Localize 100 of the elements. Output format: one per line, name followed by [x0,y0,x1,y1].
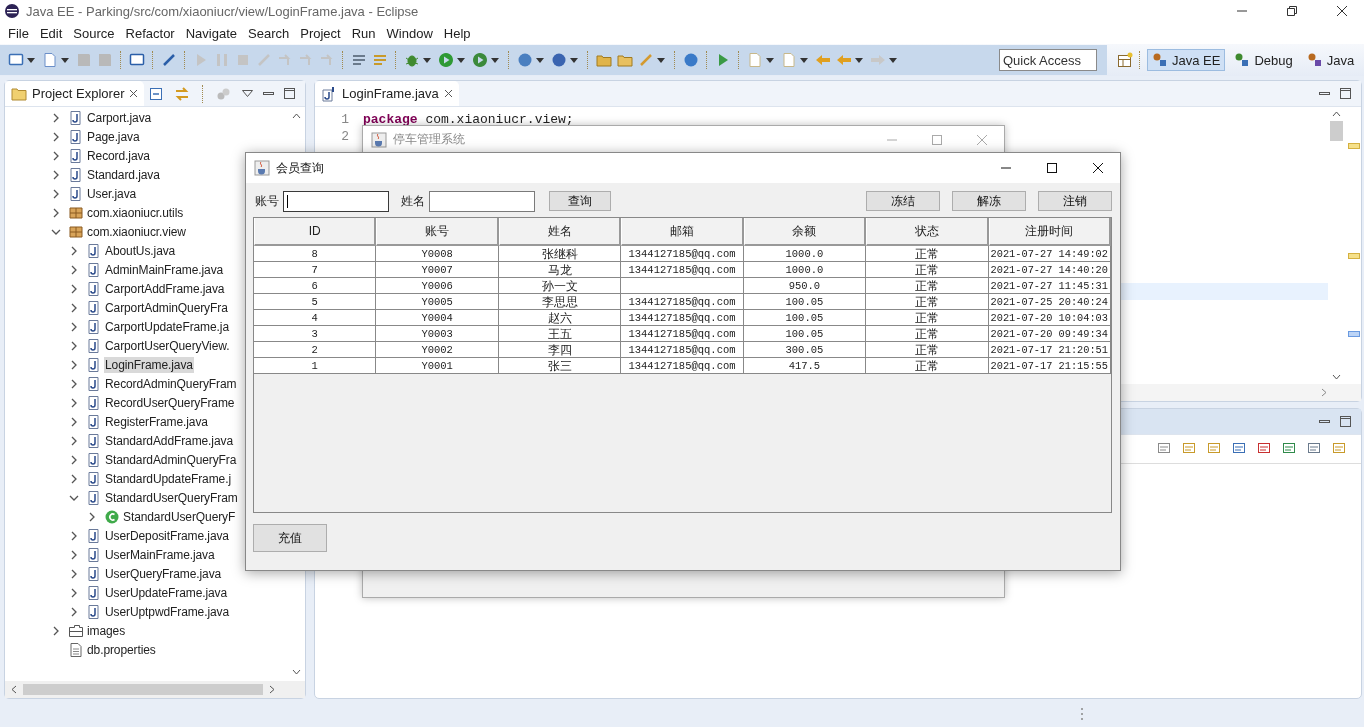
column-header[interactable]: ID [254,218,377,246]
scroll-down-icon[interactable] [292,669,301,675]
new-window-icon[interactable] [8,52,24,68]
tree-item[interactable]: Record.java [86,147,151,164]
input-field[interactable] [283,190,389,212]
dropdown-caret-icon[interactable] [27,57,35,63]
tree-item[interactable]: StandardUserQueryFram [104,489,239,506]
action-button[interactable]: 冻结 [866,191,940,211]
tree-item[interactable]: com.xiaoniucr.view [86,223,187,240]
expander-icon[interactable] [69,283,79,294]
warning-marker[interactable] [1348,253,1360,259]
globe-icon[interactable] [683,52,699,68]
expander-icon[interactable] [69,587,79,598]
tree-item[interactable]: CarportUpdateFrame.ja [104,318,230,335]
tree-item[interactable]: StandardUserQueryF [122,508,237,525]
scroll-right-icon[interactable] [1321,388,1327,397]
expander-icon[interactable] [69,359,79,370]
expander-icon[interactable] [69,435,79,446]
expander-icon[interactable] [69,454,79,465]
tree-item[interactable]: images [86,622,127,639]
tree-item[interactable]: Carport.java [86,109,153,126]
menu-item[interactable]: Run [346,25,382,41]
collapse-all-icon[interactable] [148,85,164,102]
expander-icon[interactable] [87,511,97,522]
menu-item[interactable]: Window [381,25,439,41]
scroll-down-icon[interactable] [1332,374,1341,380]
resize-grip-icon[interactable] [1080,707,1084,721]
tree-item[interactable]: StandardAddFrame.java [104,432,234,449]
view-menu-icon[interactable] [242,90,253,97]
perspective-button[interactable]: Debug [1229,49,1298,71]
action-button[interactable]: 解冻 [952,191,1026,211]
recharge-button[interactable]: 充值 [253,524,327,552]
close-icon[interactable] [443,89,453,98]
tree-item[interactable]: UserUpdateFrame.java [104,584,229,601]
expander-icon[interactable] [69,378,79,389]
expander-icon[interactable] [51,112,61,123]
menu-item[interactable]: Project [295,25,347,41]
expander-icon[interactable] [69,416,79,427]
dropdown-caret-icon[interactable] [536,57,544,63]
expander-icon[interactable] [69,397,79,408]
expander-icon[interactable] [69,264,79,275]
dropdown-caret-icon[interactable] [423,57,431,63]
tree-item[interactable]: Page.java [86,128,141,145]
dropdown-caret-icon[interactable] [457,57,465,63]
scrollbar-thumb[interactable] [1330,121,1343,141]
expander-icon[interactable] [51,188,61,199]
scroll-up-icon[interactable] [292,113,301,119]
folder-icon[interactable] [596,52,612,68]
restore-icon[interactable] [1286,5,1298,17]
expander-icon[interactable] [51,625,61,636]
tree-item[interactable]: UserMainFrame.java [104,546,216,563]
maximize-icon[interactable] [1340,88,1351,99]
expander-icon[interactable] [69,321,79,332]
tree-item[interactable]: StandardUpdateFrame.j [104,470,232,487]
tree-item[interactable]: UserUptpwdFrame.java [104,603,231,620]
column-header[interactable]: 姓名 [498,218,622,246]
expander-icon[interactable] [51,207,61,218]
tree-item[interactable]: User.java [86,185,138,202]
menu-item[interactable]: Help [438,25,477,41]
tree-item[interactable]: UserQueryFrame.java [104,565,223,582]
maximize-icon[interactable] [1046,162,1058,174]
expander-icon[interactable] [51,131,61,142]
input-field[interactable] [429,190,535,212]
tree-item[interactable]: RecordUserQueryFrame [104,394,236,411]
expander-icon[interactable] [69,568,79,579]
dropdown-caret-icon[interactable] [491,57,499,63]
expander-icon[interactable] [51,169,61,180]
column-header[interactable]: 余额 [743,218,867,246]
scrollbar-thumb[interactable] [23,684,263,695]
warning-marker[interactable] [1348,143,1360,149]
dropdown-caret-icon[interactable] [889,57,897,63]
tree-item[interactable]: UserDepositFrame.java [104,527,230,544]
dropdown-caret-icon[interactable] [800,57,808,63]
scroll-left-icon[interactable] [11,685,17,694]
menu-item[interactable]: File [3,25,35,41]
search-button[interactable]: 查询 [549,191,611,211]
menu-item[interactable]: Navigate [180,25,243,41]
tree-item[interactable]: CarportUserQueryView. [104,337,231,354]
dropdown-caret-icon[interactable] [766,57,774,63]
expander-icon[interactable] [69,302,79,313]
tree-item[interactable]: CarportAdminQueryFra [104,299,229,316]
quick-access-field[interactable]: Quick Access [999,49,1097,71]
tree-item[interactable]: Standard.java [86,166,161,183]
tree-item[interactable]: AboutUs.java [104,242,177,259]
menu-item[interactable]: Source [68,25,121,41]
expander-icon[interactable] [69,245,79,256]
menu-item[interactable]: Search [243,25,296,41]
expander-icon[interactable] [51,150,61,161]
view-tab[interactable]: Project Explorer [5,81,145,106]
tree-item[interactable]: CarportAddFrame.java [104,280,226,297]
menu-item[interactable]: Edit [34,25,69,41]
expander-icon[interactable] [69,549,79,560]
tree-item[interactable]: StandardAdminQueryFra [104,451,238,468]
occurrence-marker[interactable] [1348,331,1360,337]
tree-item[interactable]: RegisterFrame.java [104,413,209,430]
expander-icon[interactable] [69,530,79,541]
list-icon[interactable] [351,52,367,68]
expander-icon[interactable] [69,606,79,617]
tree-item[interactable]: AdminMainFrame.java [104,261,225,278]
perspective-button[interactable]: Java [1301,49,1360,71]
